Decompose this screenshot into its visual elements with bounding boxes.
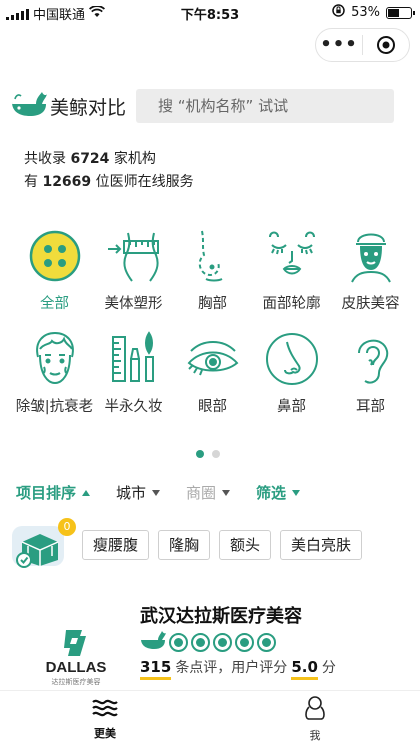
review-count: 315: [140, 658, 172, 680]
category-makeup[interactable]: 半永久妆: [94, 331, 173, 416]
ear-icon: [343, 331, 399, 387]
target-close-icon[interactable]: [363, 35, 409, 55]
caret-down-icon: [152, 489, 161, 496]
category-label: 皮肤美容: [341, 296, 400, 312]
face-contour-icon: [264, 228, 320, 284]
city-filter[interactable]: 城市: [116, 482, 161, 503]
tag-list: 瘦腰腹 隆胸 额头 美白亮肤: [82, 530, 363, 560]
pager-dot-active[interactable]: [196, 450, 204, 458]
tag-chip[interactable]: 瘦腰腹: [82, 530, 150, 560]
tab-me[interactable]: 我: [210, 691, 420, 747]
category-label: 鼻部: [277, 399, 306, 415]
doctors-stat: 有 12669 位医师在线服务: [24, 174, 194, 190]
header: 美鲸对比 搜 “机构名称” 试试: [10, 88, 410, 124]
status-bar: 中国联通 下午8:53 53%: [0, 0, 420, 24]
waves-home-icon: [91, 697, 119, 722]
coupon-badge: 0: [58, 518, 76, 536]
person-icon: [303, 695, 327, 724]
rating-circle-icon: [191, 632, 210, 652]
tab-home[interactable]: 更美: [0, 691, 210, 747]
grid-dots-icon: [27, 228, 83, 284]
whale-icon: [10, 90, 48, 122]
category-nose[interactable]: 鼻部: [252, 331, 331, 416]
eye-icon: [185, 331, 241, 387]
institutions-stat: 共收录 6724 家机构: [24, 151, 156, 167]
clinic-logo-text: DALLAS: [46, 659, 107, 676]
category-antiaging[interactable]: 除皱|抗衰老: [15, 331, 94, 416]
category-grid: 全部 美体塑形 胸部 面部轮廓 皮肤美容 除皱|抗衰老 半永久妆 眼部 鼻部 耳…: [15, 228, 410, 416]
category-ear[interactable]: 耳部: [331, 331, 410, 416]
category-skin[interactable]: 皮肤美容: [331, 228, 410, 313]
caret-down-icon: [292, 489, 301, 496]
category-label: 耳部: [356, 399, 385, 415]
tab-label: 我: [309, 729, 321, 742]
app-name: 美鲸对比: [50, 96, 127, 119]
face-mask-icon: [343, 228, 399, 284]
mini-program-capsule: •••: [315, 28, 410, 62]
tab-bar: 更美 我: [0, 690, 420, 747]
tag-chip[interactable]: 美白亮肤: [280, 530, 363, 560]
score-value: 5.0: [291, 658, 318, 680]
nose-icon: [264, 331, 320, 387]
category-eye[interactable]: 眼部: [173, 331, 252, 416]
rating-circle-icon: [257, 632, 276, 652]
category-body[interactable]: 美体塑形: [94, 228, 173, 313]
category-pager: [196, 450, 220, 458]
category-face[interactable]: 面部轮廓: [252, 228, 331, 313]
clinic-name[interactable]: 武汉达拉斯医疗美容: [140, 602, 302, 628]
body-measure-icon: [106, 228, 162, 284]
stats-summary: 共收录 6724 家机构 有 12669 位医师在线服务: [24, 148, 194, 194]
rating-circle-icon: [213, 632, 232, 652]
rating-row: [140, 630, 276, 654]
clinic-logo[interactable]: DALLAS 达拉斯医疗美容: [30, 626, 122, 686]
category-label: 美体塑形: [104, 296, 163, 312]
sort-filter[interactable]: 项目排序: [16, 482, 91, 503]
category-all[interactable]: 全部: [15, 228, 94, 313]
coupon-box[interactable]: 0: [10, 518, 76, 570]
clinic-logo-subtext: 达拉斯医疗美容: [52, 677, 101, 686]
battery-icon: [386, 6, 415, 19]
battery-percent: 53%: [351, 5, 380, 20]
whale-icon: [140, 630, 166, 654]
tag-chip[interactable]: 额头: [219, 530, 272, 560]
chest-icon: [185, 228, 241, 284]
tag-row: 0 瘦腰腹 隆胸 额头 美白亮肤: [0, 518, 420, 574]
category-label: 面部轮廓: [262, 296, 321, 312]
caret-down-icon: [222, 489, 231, 496]
filter-bar: 项目排序 城市 商圈 筛选: [16, 482, 301, 503]
district-filter[interactable]: 商圈: [186, 482, 231, 503]
wrinkle-face-icon: [27, 331, 83, 387]
pager-dot[interactable]: [212, 450, 220, 458]
review-summary: 315 条点评，用户评分 5.0 分: [140, 657, 336, 680]
caret-up-icon: [82, 489, 91, 496]
screen-filter[interactable]: 筛选: [256, 482, 301, 503]
rating-circle-icon: [169, 632, 188, 652]
category-label: 半永久妆: [104, 399, 163, 415]
tab-label: 更美: [94, 727, 116, 740]
category-label: 胸部: [198, 296, 227, 312]
category-label: 眼部: [198, 399, 227, 415]
tag-chip[interactable]: 隆胸: [158, 530, 211, 560]
category-chest[interactable]: 胸部: [173, 228, 252, 313]
more-dots-icon[interactable]: •••: [316, 36, 362, 54]
category-label: 除皱|抗衰老: [15, 399, 94, 415]
rotation-lock-icon: [332, 4, 345, 21]
app-logo: 美鲸对比: [10, 90, 126, 122]
search-input[interactable]: 搜 “机构名称” 试试: [136, 89, 395, 123]
makeup-brush-icon: [106, 331, 162, 387]
rating-circle-icon: [235, 632, 254, 652]
category-label: 全部: [40, 296, 69, 312]
